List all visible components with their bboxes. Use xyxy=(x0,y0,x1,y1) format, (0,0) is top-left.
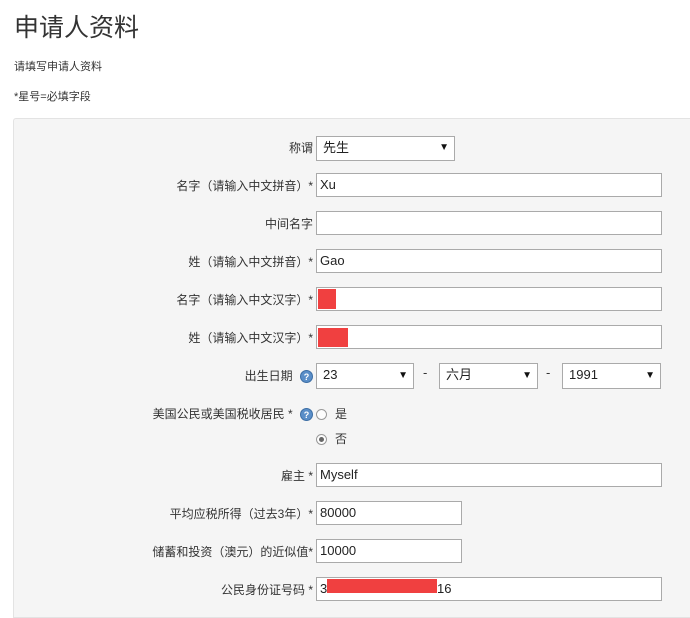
salutation-label: 称谓 xyxy=(288,141,313,155)
savings-input[interactable]: 10000 xyxy=(316,539,462,563)
given-name-chinese-input[interactable] xyxy=(316,287,662,311)
surname-pinyin-label: 姓（请输入中文拼音）* xyxy=(188,255,313,269)
dob-label: 出生日期 ? xyxy=(245,367,313,384)
applicant-form-panel: 称谓 先生 ▼ 名字（请输入中文拼音）* Xu 中间名字 姓（请输入中文拼音）*… xyxy=(13,118,690,618)
dropdown-arrow-icon: ▼ xyxy=(398,370,408,381)
radio-no[interactable] xyxy=(316,434,327,446)
avg-taxable-income-label: 平均应税所得（过去3年）* xyxy=(169,507,313,521)
us-person-yes-option[interactable]: 是 xyxy=(316,405,347,422)
radio-yes[interactable] xyxy=(316,409,327,421)
dropdown-arrow-icon: ▼ xyxy=(645,370,655,381)
redaction-block xyxy=(318,328,348,347)
redaction-block xyxy=(318,289,336,309)
us-person-no-option[interactable]: 否 xyxy=(316,430,347,447)
salutation-value: 先生 xyxy=(323,140,350,155)
dob-day-select[interactable]: 23 ▼ xyxy=(316,363,414,389)
us-person-label: 美国公民或美国税收居民 * ? xyxy=(153,405,313,422)
dob-day-value: 23 xyxy=(323,367,338,382)
id-number-label: 公民身份证号码 * xyxy=(220,583,313,597)
page-subtitle: 请填写申请人资料 xyxy=(14,61,102,73)
employer-input[interactable]: Myself xyxy=(316,463,662,487)
date-separator: - xyxy=(423,365,428,380)
employer-label: 雇主 * xyxy=(280,469,313,483)
dob-year-select[interactable]: 1991 ▼ xyxy=(562,363,661,389)
given-name-pinyin-input[interactable]: Xu xyxy=(316,173,662,197)
given-name-chinese-label: 名字（请输入中文汉字）* xyxy=(176,293,313,307)
dob-month-select[interactable]: 六月 ▼ xyxy=(439,363,538,389)
id-number-input[interactable]: 3 16 xyxy=(316,577,662,601)
date-separator: - xyxy=(546,365,551,380)
savings-label: 储蓄和投资（澳元）的近似值* xyxy=(152,545,313,559)
avg-taxable-income-input[interactable]: 80000 xyxy=(316,501,462,525)
page-title: 申请人资料 xyxy=(14,14,140,42)
surname-pinyin-input[interactable]: Gao xyxy=(316,249,662,273)
given-name-pinyin-label: 名字（请输入中文拼音）* xyxy=(176,179,313,193)
redaction-block xyxy=(327,579,437,593)
middle-name-input[interactable] xyxy=(316,211,662,235)
help-icon[interactable]: ? xyxy=(300,370,313,384)
dob-month-value: 六月 xyxy=(446,367,473,382)
dropdown-arrow-icon: ▼ xyxy=(522,370,532,381)
middle-name-label: 中间名字 xyxy=(264,217,313,231)
salutation-select[interactable]: 先生 ▼ xyxy=(316,136,455,161)
required-note: *星号=必填字段 xyxy=(14,91,91,103)
surname-chinese-label: 姓（请输入中文汉字）* xyxy=(188,331,313,345)
help-icon[interactable]: ? xyxy=(300,408,313,422)
surname-chinese-input[interactable] xyxy=(316,325,662,349)
dob-year-value: 1991 xyxy=(569,367,598,382)
dropdown-arrow-icon: ▼ xyxy=(439,142,449,153)
